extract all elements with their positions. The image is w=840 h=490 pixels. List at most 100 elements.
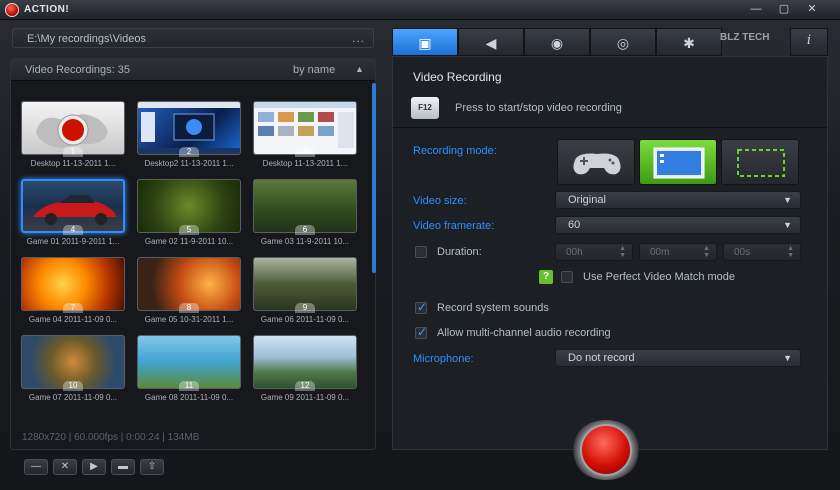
title-bar: ACTION! — ▢ ✕ [0,0,840,20]
thumb-caption: Game 09 2011-11-09 0... [260,393,350,402]
duration-minutes-spinner[interactable]: 00m ▲ ▼ [639,243,717,261]
chevron-down-icon: ▼ [783,195,792,205]
delete-button[interactable]: ✕ [53,459,77,475]
hotkey-description: Press to start/stop video recording [455,102,622,114]
thumb-caption: Game 07 2011-11-09 0... [28,393,118,402]
duration-checkbox[interactable] [415,246,427,258]
region-select-icon [737,149,785,177]
video-size-value: Original [568,194,606,206]
browse-folder-button[interactable]: ... [352,31,365,45]
thumb-number: 11 [179,381,199,391]
thumb-number: 4 [63,225,83,235]
thumb-number: 9 [295,303,315,313]
play-button[interactable]: ▶ [82,459,106,475]
video-size-select[interactable]: Original ▼ [555,191,801,209]
tab-settings-gear-icon[interactable]: ✱ [656,28,722,56]
minimize-button[interactable]: — [748,2,764,16]
thumb-caption: Game 04 2011-11-09 0... [28,315,118,324]
thumb-caption: Desktop 11-13-2011 1... [30,159,116,168]
multichannel-checkbox[interactable]: ✓ [415,325,428,339]
video-framerate-value: 60 [568,219,581,231]
duration-hours-spinner[interactable]: 00h ▲ ▼ [555,243,633,261]
section-title: Video Recording [413,70,502,84]
tab-webcam-icon[interactable]: ◉ [524,28,590,56]
recordings-count: Video Recordings: 35 [25,64,130,76]
thumb-caption: Game 02 11-9-2011 10... [144,237,234,246]
recordings-path: E:\My recordings\Videos [27,33,147,45]
thumb-caption: Desktop2 11-13-2011 1... [144,159,234,168]
thumb-caption: Game 06 2011-11-09 0... [260,315,350,324]
help-icon[interactable]: ? [539,270,553,284]
spinner-arrows-icon: ▲ ▼ [619,245,626,259]
mode-desktop-button[interactable] [639,139,717,185]
thumb-number: 3 [295,147,315,157]
thumb-number: 6 [295,225,315,235]
action-window: ACTION! — ▢ ✕ E:\My recordings\Videos ..… [0,0,840,490]
microphone-value: Do not record [568,352,635,364]
app-logo-icon [5,3,19,17]
duration-minutes: 00m [650,247,670,258]
perfect-match-label: Use Perfect Video Match mode [583,271,736,283]
recordings-header: Video Recordings: 35 by name ▲ [11,59,375,81]
maximize-button[interactable]: ▢ [776,2,792,16]
perfect-match-checkbox[interactable] [561,271,573,283]
mode-game-button[interactable] [557,139,635,185]
thumb-caption: Game 05 10-31-2011 1... [144,315,234,324]
settings-panel: Video Recording F12 Press to start/stop … [392,56,828,450]
tab-screenshot-icon[interactable]: ◎ [590,28,656,56]
thumb-caption: Game 03 11-9-2011 10... [260,237,350,246]
close-button[interactable]: ✕ [804,2,820,16]
thumb-number: 7 [63,303,83,313]
thumb-number: 12 [295,381,315,391]
video-framerate-select[interactable]: 60 ▼ [555,216,801,234]
info-button[interactable]: i [790,28,828,56]
spinner-arrows-icon: ▲ ▼ [703,245,710,259]
checkmark-icon: ✓ [417,325,428,339]
record-icon [580,424,632,476]
chevron-down-icon: ▼ [783,353,792,363]
record-button[interactable] [571,420,641,480]
duration-label: Duration: [437,246,482,258]
thumb-caption: Desktop 11-13-2011 1... [262,159,348,168]
duration-hours: 00h [566,247,583,258]
microphone-select[interactable]: Do not record ▼ [555,349,801,367]
thumb-number: 5 [179,225,199,235]
collapse-button[interactable]: — [24,459,48,475]
recordings-panel: Video Recordings: 35 by name ▲ 1 Desktop… [10,58,376,450]
thumb-number: 2 [179,147,199,157]
divider [393,127,827,128]
sort-dropdown[interactable]: by name [293,64,335,76]
recording-info: 1280x720 | 60.000fps | 0:00:24 | 134MB [22,432,200,443]
record-sounds-checkbox[interactable]: ✓ [415,300,428,314]
video-size-label: Video size: [413,195,467,207]
duration-seconds-spinner[interactable]: 00s ▲ ▼ [723,243,801,261]
recording-mode-label: Recording mode: [413,145,497,157]
checkmark-icon: ✓ [417,300,428,314]
microphone-label: Microphone: [413,353,474,365]
sort-arrow-icon[interactable]: ▲ [355,64,364,74]
spinner-arrows-icon: ▲ ▼ [787,245,794,259]
mode-region-button[interactable] [721,139,799,185]
duration-seconds: 00s [734,247,751,258]
video-framerate-label: Video framerate: [413,220,495,232]
thumb-caption: Game 01 2011-9-2011 1... [26,237,120,246]
desktop-icon [653,147,705,179]
hotkey-button[interactable]: F12 [411,97,439,119]
record-sounds-label: Record system sounds [437,302,549,314]
open-folder-button[interactable]: ▬ [111,459,135,475]
thumb-number: 1 [63,147,83,157]
recordings-scrollbar[interactable] [372,83,376,273]
tab-video-icon[interactable]: ▣ [392,28,458,56]
multichannel-label: Allow multi-channel audio recording [437,327,611,339]
upload-button[interactable]: ⇧ [140,459,164,475]
thumb-number: 10 [63,381,83,391]
tab-audio-icon[interactable]: ◀ [458,28,524,56]
recordings-path-bar[interactable]: E:\My recordings\Videos ... [12,28,374,48]
app-title: ACTION! [24,4,70,15]
watermark-logo: BLZ TECH [720,32,770,43]
chevron-down-icon: ▼ [783,220,792,230]
gamepad-icon [573,153,621,175]
thumb-number: 8 [179,303,199,313]
thumb-caption: Game 08 2011-11-09 0... [144,393,234,402]
race-car-icon [33,195,117,225]
